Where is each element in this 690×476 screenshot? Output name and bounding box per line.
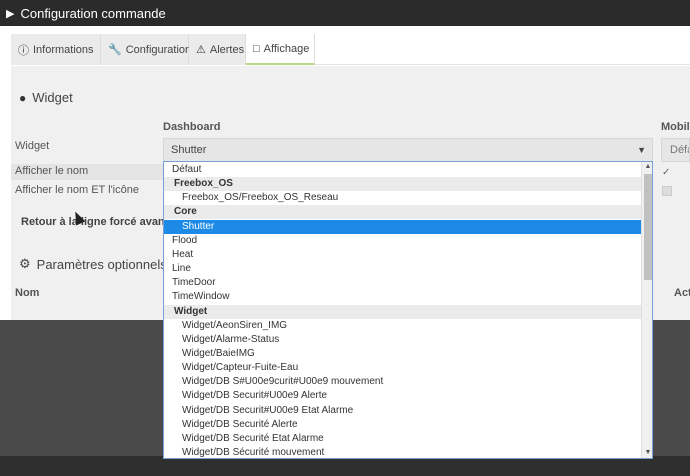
dropdown-option[interactable]: Line [164,262,641,276]
dropdown-option[interactable]: Widget/DB Securit#U00e9 Alerte [164,389,641,403]
dropdown-option[interactable]: Widget/Capteur-Fuite-Eau [164,361,641,375]
dropdown-option[interactable]: Widget/Alarme-Status [164,333,641,347]
monitor-icon: □ [253,42,260,55]
dropdown-option[interactable]: Flood [164,234,641,248]
optional-params-title: ⚙ Paramètres optionnels [19,256,167,272]
scroll-down-icon[interactable]: ▼ [642,448,652,458]
tab-label: Configuration [125,43,192,56]
tab-affichage[interactable]: □ Affichage [246,34,315,65]
widget-dropdown-list[interactable]: Défaut Freebox_OS Freebox_OS/Freebox_OS_Re… [163,161,653,459]
dropdown-option[interactable]: TimeDoor [164,276,641,290]
drop-icon: ● [19,90,27,105]
chevron-down-icon: ▼ [637,145,646,155]
tab-strip: ⓘ Informations 🔧 Configuration ⚠ Alertes… [11,34,690,65]
forced-line-label: Retour à la ligne forcé avant le [21,216,181,228]
action-column-header: Act [674,287,690,299]
mobile-widget-select[interactable]: Défaut [661,138,690,162]
dialog-titlebar: ▶ Configuration commande [0,0,690,26]
dashboard-column-header: Dashboard [163,121,221,133]
dropdown-group-header: Widget [164,304,641,319]
tab-informations[interactable]: ⓘ Informations [11,34,101,65]
dropdown-group-header: Freebox_OS [164,177,641,192]
dashboard-widget-select[interactable]: Shutter ▼ [163,138,653,162]
select-value: Shutter [171,144,207,156]
dropdown-scrollbar[interactable]: ▲ ▼ [641,162,652,458]
dropdown-option[interactable]: Heat [164,248,641,262]
show-name-checkbox[interactable]: ✓ [662,167,670,178]
dropdown-option[interactable]: Défaut [164,163,641,177]
tools-icon: ⚙ [19,256,31,271]
tab-label: Affichage [263,42,310,55]
wrench-icon: 🔧 [108,44,122,56]
dropdown-option[interactable]: Widget/DB Securité Etat Alarme [164,432,641,446]
dialog-title: Configuration commande [20,5,166,21]
dropdown-option[interactable]: Widget/DB S#U00e9curit#U00e9 mouvement [164,375,641,389]
select-value: Défaut [670,144,689,156]
dropdown-group-header: Core [164,205,641,220]
show-name-icon-checkbox[interactable] [662,186,672,196]
tab-label: Informations [33,43,94,56]
section-title-text: Widget [32,90,73,105]
widget-label: Widget [15,140,50,152]
warning-icon: ⚠ [196,44,206,56]
section-title-text: Paramètres optionnels [36,256,167,272]
chevron-right-icon: ▶ [6,7,15,20]
dropdown-option[interactable]: Widget/AeonSiren_IMG [164,319,641,333]
tab-label: Alertes [209,43,245,56]
dropdown-option[interactable]: Freebox_OS/Freebox_OS_Reseau [164,191,641,205]
dropdown-option[interactable]: Widget/DB Securit#U00e9 Etat Alarme [164,404,641,418]
tab-alertes[interactable]: ⚠ Alertes [189,34,246,65]
dropdown-option[interactable]: Widget/DB Sécurité mouvement [164,446,641,458]
name-column-header: Nom [15,287,40,299]
scroll-thumb[interactable] [644,174,652,280]
dropdown-option[interactable]: Shutter [164,219,641,234]
widget-section-title: ● Widget [19,90,73,105]
show-name-icon-label: Afficher le nom ET l'icône [15,184,139,196]
scroll-up-icon[interactable]: ▲ [642,162,652,172]
show-name-label: Afficher le nom [15,165,89,177]
tab-configuration[interactable]: 🔧 Configuration [101,34,192,65]
mobile-column-header: Mobile [661,121,690,133]
dropdown-option[interactable]: Widget/BaieIMG [164,347,641,361]
dropdown-option[interactable]: TimeWindow [164,290,641,304]
footer-bar [0,456,690,476]
dropdown-option[interactable]: Widget/DB Securité Alerte [164,418,641,432]
info-circle-icon: ⓘ [18,44,29,57]
